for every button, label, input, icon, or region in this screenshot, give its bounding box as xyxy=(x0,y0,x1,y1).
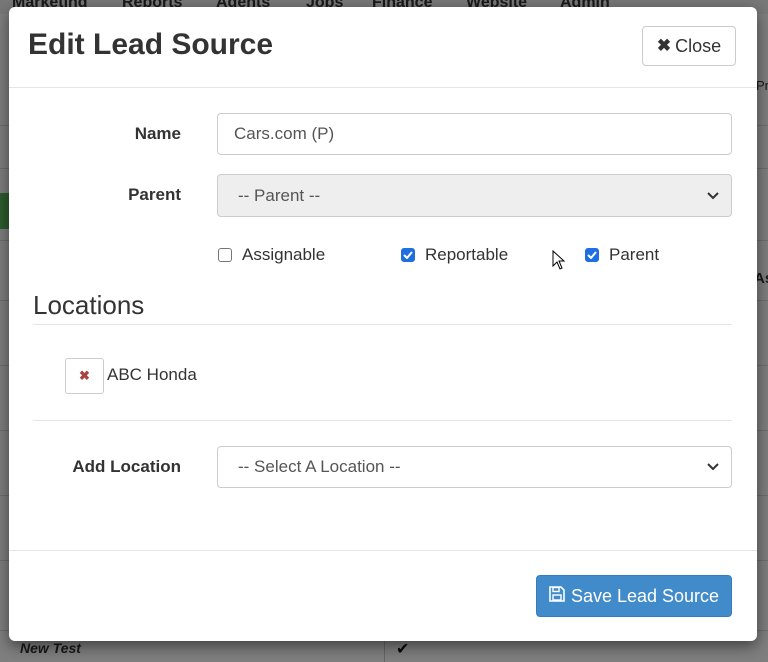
checkbox-checked-icon[interactable] xyxy=(401,248,415,262)
assignable-checkbox[interactable]: Assignable xyxy=(218,245,325,265)
chevron-down-icon xyxy=(707,460,719,474)
checkbox-checked-icon[interactable] xyxy=(585,248,599,262)
modal-header: Edit Lead Source ✖ Close xyxy=(9,7,757,88)
close-button[interactable]: ✖ Close xyxy=(642,26,736,66)
reportable-checkbox[interactable]: Reportable xyxy=(401,245,508,265)
parent-label: Parent xyxy=(128,185,181,204)
add-location-label: Add Location xyxy=(72,457,181,476)
divider xyxy=(33,324,732,325)
remove-x-icon: ✖ xyxy=(79,368,90,383)
modal-title: Edit Lead Source xyxy=(28,28,274,61)
divider xyxy=(33,420,732,421)
parent-checkbox[interactable]: Parent xyxy=(585,245,659,265)
remove-location-button[interactable]: ✖ xyxy=(65,358,104,394)
save-lead-source-button[interactable]: Save Lead Source xyxy=(536,575,732,617)
checkbox-unchecked-icon[interactable] xyxy=(218,248,232,262)
edit-lead-source-modal: Edit Lead Source ✖ Close Name Parent -- … xyxy=(9,7,757,641)
chevron-down-icon xyxy=(707,189,719,203)
parent-checkbox-label: Parent xyxy=(609,245,660,264)
add-location-select[interactable]: -- Select A Location -- xyxy=(217,446,732,488)
name-label: Name xyxy=(134,124,181,143)
close-button-label: Close xyxy=(675,35,722,56)
assignable-label: Assignable xyxy=(242,245,326,264)
mouse-cursor-icon xyxy=(552,249,566,275)
add-location-select-value: -- Select A Location -- xyxy=(238,457,401,476)
save-button-label: Save Lead Source xyxy=(570,585,720,606)
parent-select[interactable]: -- Parent -- xyxy=(217,174,732,217)
floppy-disk-icon xyxy=(549,585,565,607)
name-input[interactable] xyxy=(217,113,732,155)
location-name: ABC Honda xyxy=(107,365,197,384)
close-icon: ✖ xyxy=(656,36,672,55)
parent-select-value: -- Parent -- xyxy=(238,185,321,205)
reportable-label: Reportable xyxy=(425,245,509,264)
locations-heading: Locations xyxy=(33,290,145,320)
